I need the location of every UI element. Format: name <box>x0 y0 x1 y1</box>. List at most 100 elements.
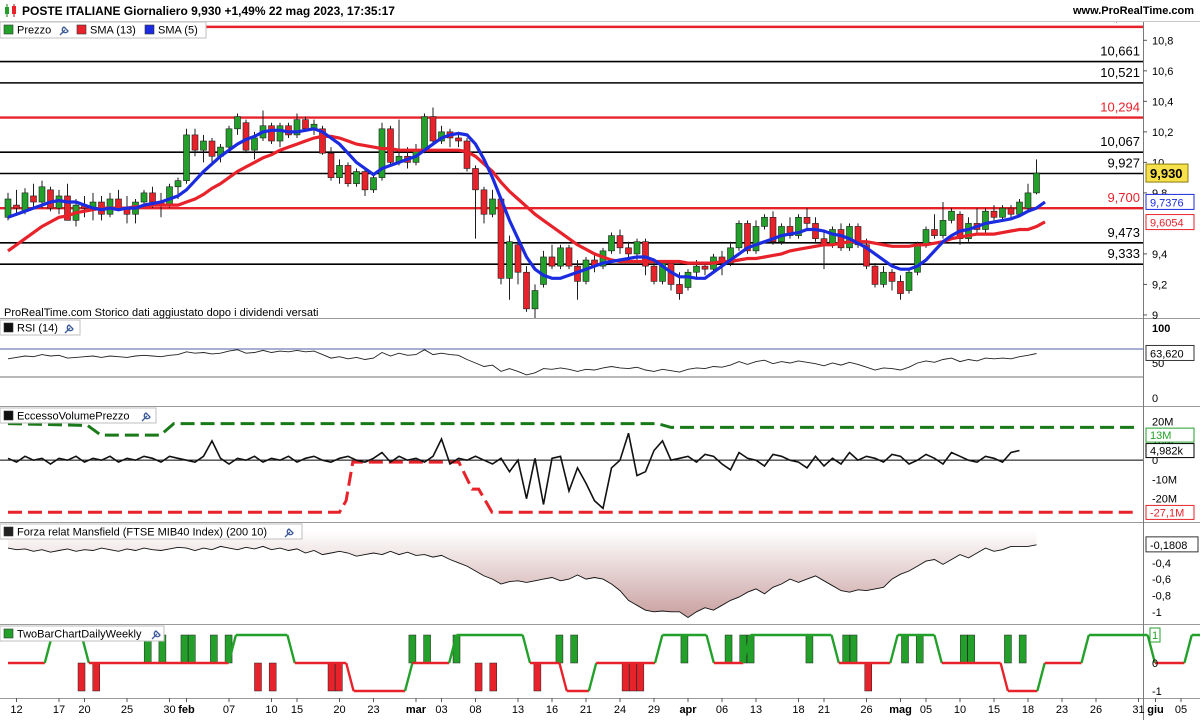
chart-area[interactable]: 10,810,610,410,2109,89,49,2910,88810,661… <box>0 22 1200 720</box>
candle <box>608 232 615 254</box>
candle <box>344 162 352 187</box>
candle-body <box>548 256 556 267</box>
twobar-bar <box>967 634 975 664</box>
candle-body <box>948 210 955 221</box>
candle-body <box>888 271 896 282</box>
x-axis-label: 20 <box>78 704 90 716</box>
x-axis-label: 05 <box>1175 704 1187 716</box>
legend-swatch <box>3 410 14 421</box>
candle-body <box>982 210 989 230</box>
x-axis-label: apr <box>679 704 697 716</box>
candle <box>531 284 539 318</box>
candle-body <box>990 210 998 218</box>
candle <box>370 174 377 193</box>
x-axis-label: 18 <box>1022 704 1034 716</box>
candle-body <box>251 137 258 151</box>
x-axis-label: 05 <box>920 704 932 716</box>
candle-body <box>701 265 709 270</box>
level-label: 10,521 <box>1100 65 1140 80</box>
price-axis-label: 10,4 <box>1152 96 1173 108</box>
candle <box>242 119 250 154</box>
volume-excess-line <box>7 432 1020 510</box>
candle-body <box>1007 207 1015 215</box>
candle-body <box>344 165 352 185</box>
candle-body <box>1033 172 1040 194</box>
twobar-bar <box>268 662 277 692</box>
weekly-line-segment <box>286 634 296 664</box>
candle <box>353 168 360 187</box>
candle-body <box>38 186 46 203</box>
candle <box>336 159 343 184</box>
x-axis-label: 07 <box>223 704 235 716</box>
level-label: 10,661 <box>1100 44 1140 59</box>
weekly-line-segment <box>889 634 899 664</box>
price-axis-label: 10,8 <box>1152 35 1173 47</box>
twobar-bar <box>555 634 564 664</box>
candle-body <box>625 247 632 255</box>
x-axis-label: 26 <box>860 704 872 716</box>
candle <box>897 275 904 300</box>
candle <box>880 266 887 288</box>
weekly-line-segment <box>999 662 1010 692</box>
x-axis-label: 08 <box>469 704 481 716</box>
candle <box>506 235 513 300</box>
twobar-bar <box>570 634 578 664</box>
candle <box>514 241 522 285</box>
weekly-line-segment <box>1036 662 1046 692</box>
x-axis-label: 29 <box>648 704 660 716</box>
twobar-bar <box>180 634 189 664</box>
candle-body <box>463 140 471 169</box>
candle <box>574 260 581 300</box>
rsi-axis-label: 100 <box>1152 323 1170 335</box>
level-label: 10,067 <box>1100 134 1140 149</box>
mansfield-axis-label: -1 <box>1152 607 1162 619</box>
candle <box>795 214 802 239</box>
candle-body <box>480 189 488 215</box>
x-axis-label: 23 <box>1056 704 1068 716</box>
rsi-badge-label: 63,620 <box>1150 348 1184 360</box>
candle <box>429 107 437 145</box>
twobar-bar <box>1004 634 1012 664</box>
legend-twobar: TwoBarChartDailyWeekly <box>3 629 142 641</box>
weekly-line-segment <box>653 634 664 664</box>
legend-label: RSI (14) <box>17 323 58 335</box>
price-axis-label: 9 <box>1152 310 1158 322</box>
twobar-bar <box>423 634 431 664</box>
candle-body <box>4 198 12 218</box>
legend-swatch <box>3 322 14 333</box>
instrument-title: POSTE ITALIANE Giornaliero 9,930 +1,49% … <box>22 4 395 18</box>
candle <box>30 183 37 209</box>
candle <box>888 269 896 291</box>
x-axis-label: 20 <box>333 704 345 716</box>
candle <box>625 241 632 257</box>
candle <box>565 244 573 270</box>
candle-body <box>956 213 964 239</box>
weekly-line-segment <box>558 662 568 692</box>
twobar-bar <box>960 634 968 664</box>
candle-body <box>183 134 190 181</box>
candle <box>523 266 530 312</box>
weekly-line-segment <box>933 634 943 664</box>
sma-badge-label: 9,7376 <box>1150 197 1184 209</box>
x-axis-label: 24 <box>614 704 626 716</box>
candle-body <box>242 122 250 151</box>
candle-body <box>13 204 20 209</box>
price-axis-label: 10,2 <box>1152 127 1173 139</box>
candle <box>667 260 675 291</box>
candle-body <box>616 235 624 249</box>
level-label: 10,888 <box>1100 22 1140 24</box>
mansfield-axis-label: -0,4 <box>1152 558 1171 570</box>
candle-body <box>361 171 369 191</box>
x-axis-label: 10 <box>265 704 277 716</box>
candle-body <box>225 128 233 148</box>
twobar-bar <box>335 662 343 692</box>
title-bar: POSTE ITALIANE Giornaliero 9,930 +1,49% … <box>0 0 1200 22</box>
candle-body <box>149 192 156 203</box>
legend-swatch <box>144 24 155 35</box>
site-url[interactable]: www.ProRealTime.com <box>1073 5 1194 17</box>
twobar-bar <box>188 634 196 664</box>
twobar-bar <box>408 634 417 664</box>
candle-body <box>523 271 530 310</box>
candle <box>752 220 760 254</box>
legend-label: TwoBarChartDailyWeekly <box>17 629 142 641</box>
